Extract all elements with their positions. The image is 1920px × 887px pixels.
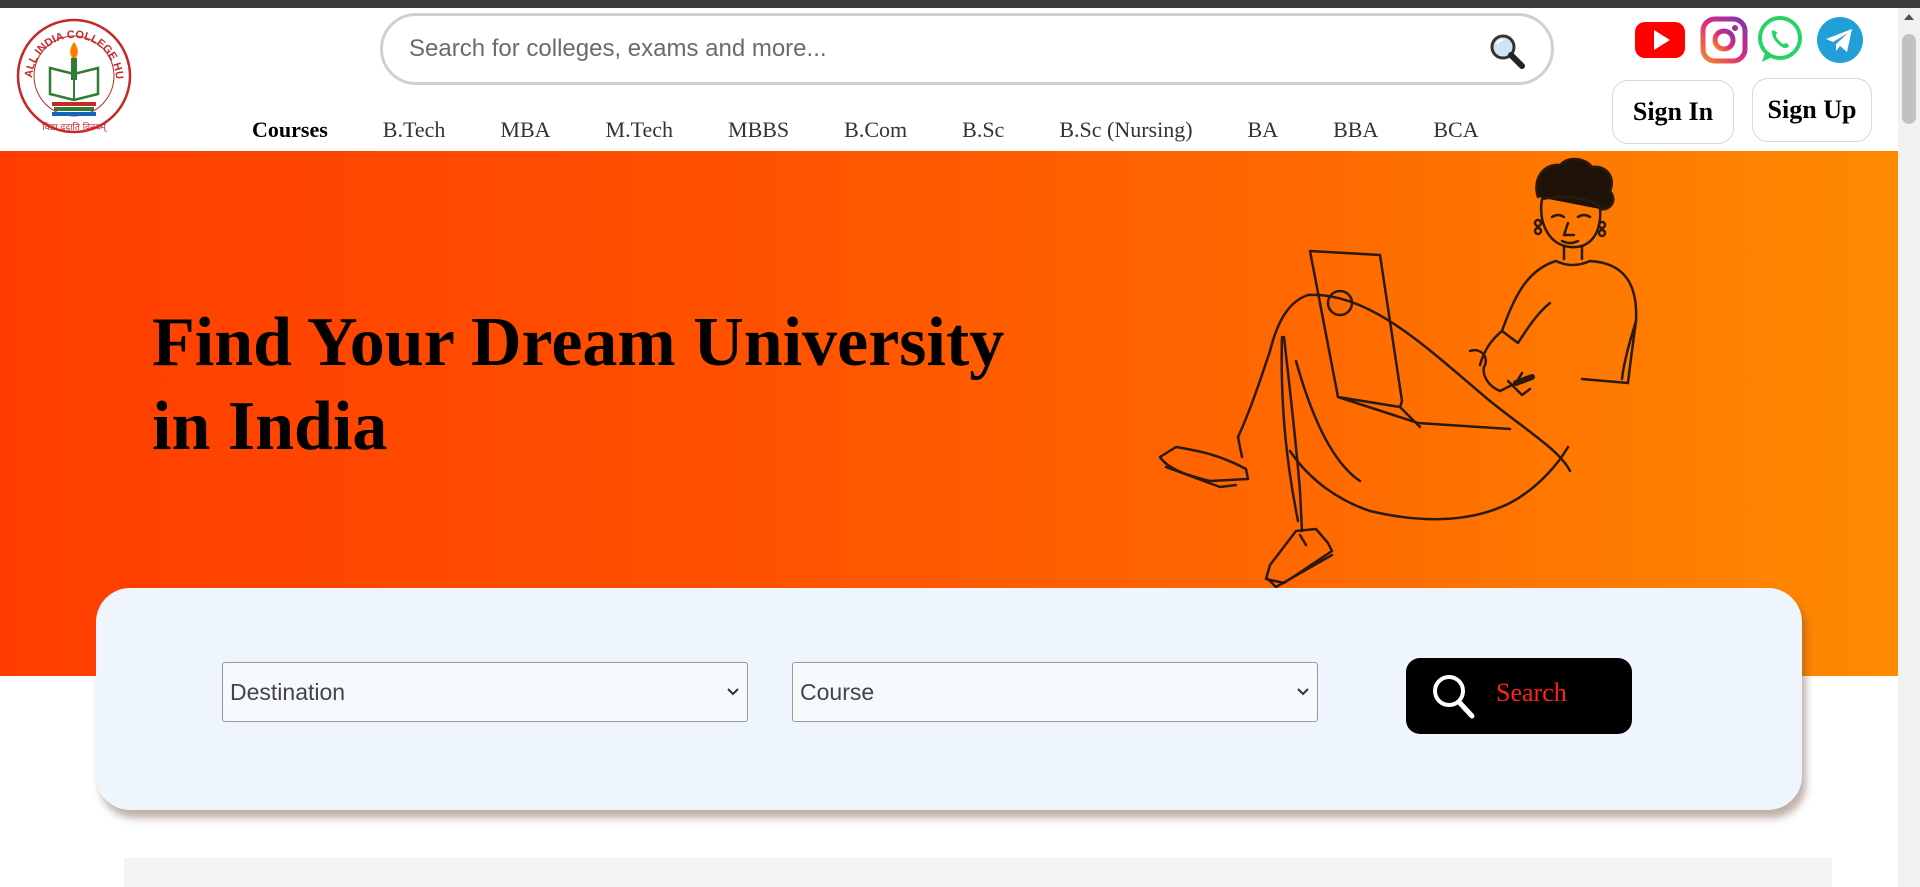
university-finder-card: Destination Course Search bbox=[96, 588, 1802, 810]
destination-select-value: Destination bbox=[230, 678, 346, 705]
nav-item-courses[interactable]: Courses bbox=[252, 117, 328, 143]
nav-item-btech[interactable]: B.Tech bbox=[383, 117, 446, 143]
instagram-icon[interactable] bbox=[1698, 14, 1750, 66]
nav-item-bba[interactable]: BBA bbox=[1333, 117, 1378, 143]
logo-motto: विद्या ददाति विनयम् bbox=[42, 121, 107, 133]
course-select-value: Course bbox=[800, 678, 875, 705]
destination-select[interactable]: Destination bbox=[222, 662, 748, 722]
hero-title-line-1: Find Your Dream University bbox=[152, 304, 1005, 381]
search-input[interactable] bbox=[409, 26, 1459, 72]
nav-item-bsc-nursing[interactable]: B.Sc (Nursing) bbox=[1059, 117, 1192, 143]
next-section-panel bbox=[124, 858, 1832, 887]
nav-item-bsc[interactable]: B.Sc bbox=[962, 117, 1004, 143]
finder-search-label: Search bbox=[1496, 678, 1567, 707]
nav-item-mbbs[interactable]: MBBS bbox=[728, 117, 789, 143]
scrollbar-thumb[interactable] bbox=[1902, 34, 1916, 124]
hero-title-line-2: in India bbox=[152, 388, 388, 465]
page-scrollbar[interactable] bbox=[1898, 8, 1920, 887]
browser-top-strip bbox=[0, 0, 1920, 8]
course-select[interactable]: Course bbox=[792, 662, 1318, 722]
nav-item-ba[interactable]: BA bbox=[1248, 117, 1279, 143]
nav-item-bcom[interactable]: B.Com bbox=[844, 117, 907, 143]
telegram-icon[interactable] bbox=[1814, 14, 1866, 66]
sign-up-button[interactable]: Sign Up bbox=[1752, 78, 1872, 142]
chevron-down-icon bbox=[1297, 688, 1309, 696]
site-logo[interactable]: ALL INDIA COLLEGE HUB विद्या ददाति विनयम… bbox=[6, 7, 140, 136]
site-search-bar bbox=[380, 13, 1554, 85]
chevron-down-icon bbox=[727, 688, 739, 696]
search-icon bbox=[1433, 675, 1475, 719]
search-icon[interactable] bbox=[1487, 32, 1527, 70]
course-nav: Courses B.Tech MBA M.Tech MBBS B.Com B.S… bbox=[252, 108, 1534, 152]
youtube-icon[interactable] bbox=[1634, 14, 1686, 66]
nav-item-mba[interactable]: MBA bbox=[500, 117, 550, 143]
finder-search-button[interactable]: Search bbox=[1406, 658, 1632, 734]
nav-item-mtech[interactable]: M.Tech bbox=[606, 117, 674, 143]
sign-in-button[interactable]: Sign In bbox=[1612, 80, 1734, 144]
student-with-laptop-illustration bbox=[1158, 157, 1638, 589]
whatsapp-icon[interactable] bbox=[1754, 14, 1806, 66]
hero-title: Find Your Dream University in India bbox=[152, 301, 1052, 469]
scroll-up-arrow-icon[interactable] bbox=[1904, 14, 1914, 20]
site-header: ALL INDIA COLLEGE HUB विद्या ददाति विनयम… bbox=[0, 7, 1898, 152]
nav-item-bca[interactable]: BCA bbox=[1433, 117, 1478, 143]
logo-emblem-icon: ALL INDIA COLLEGE HUB विद्या ददाति विनयम… bbox=[6, 7, 132, 134]
